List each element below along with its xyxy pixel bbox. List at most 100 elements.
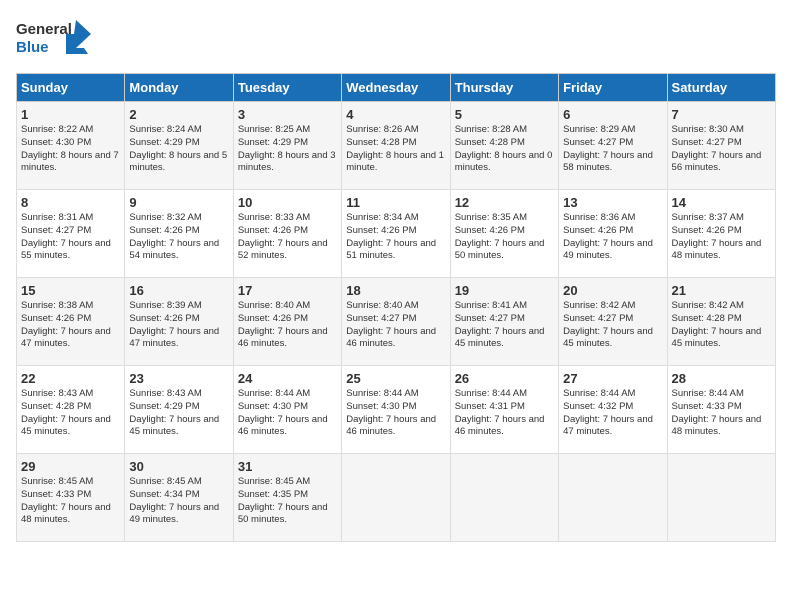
calendar-cell: 30 Sunrise: 8:45 AMSunset: 4:34 PMDayligh… bbox=[125, 454, 233, 542]
day-header-friday: Friday bbox=[559, 74, 667, 102]
day-info: Sunrise: 8:40 AMSunset: 4:27 PMDaylight:… bbox=[346, 300, 445, 351]
day-number: 5 bbox=[455, 107, 554, 122]
day-header-monday: Monday bbox=[125, 74, 233, 102]
calendar-cell: 27 Sunrise: 8:44 AMSunset: 4:32 PMDayligh… bbox=[559, 366, 667, 454]
day-number: 14 bbox=[672, 195, 771, 210]
day-header-sunday: Sunday bbox=[17, 74, 125, 102]
calendar-cell: 12Sunrise: 8:35 AMSunset: 4:26 PMDayligh… bbox=[450, 190, 558, 278]
day-number: 13 bbox=[563, 195, 662, 210]
calendar-week-row: 8 Sunrise: 8:31 AMSunset: 4:27 PMDaylight… bbox=[17, 190, 776, 278]
day-info: Sunrise: 8:45 AMSunset: 4:35 PMDaylight:… bbox=[238, 476, 337, 527]
calendar-cell: 20 Sunrise: 8:42 AMSunset: 4:27 PMDayligh… bbox=[559, 278, 667, 366]
day-number: 1 bbox=[21, 107, 120, 122]
day-info: Sunrise: 8:40 AMSunset: 4:26 PMDaylight:… bbox=[238, 300, 337, 351]
calendar-cell bbox=[342, 454, 450, 542]
svg-text:General: General bbox=[16, 21, 72, 38]
page-header: GeneralBlue bbox=[16, 16, 776, 61]
day-number: 4 bbox=[346, 107, 445, 122]
day-info: Sunrise: 8:26 AMSunset: 4:28 PMDaylight:… bbox=[346, 124, 445, 175]
calendar-cell: 17 Sunrise: 8:40 AMSunset: 4:26 PMDayligh… bbox=[233, 278, 341, 366]
day-number: 25 bbox=[346, 371, 445, 386]
calendar-cell bbox=[667, 454, 775, 542]
day-info: Sunrise: 8:24 AMSunset: 4:29 PMDaylight:… bbox=[129, 124, 228, 175]
calendar-cell: 5 Sunrise: 8:28 AMSunset: 4:28 PMDaylight… bbox=[450, 102, 558, 190]
day-number: 27 bbox=[563, 371, 662, 386]
calendar-cell: 22 Sunrise: 8:43 AMSunset: 4:28 PMDayligh… bbox=[17, 366, 125, 454]
calendar-cell: 15 Sunrise: 8:38 AMSunset: 4:26 PMDayligh… bbox=[17, 278, 125, 366]
day-info: Sunrise: 8:32 AMSunset: 4:26 PMDaylight:… bbox=[129, 212, 228, 263]
calendar-cell: 9Sunrise: 8:32 AMSunset: 4:26 PMDaylight… bbox=[125, 190, 233, 278]
day-number: 28 bbox=[672, 371, 771, 386]
calendar-cell: 26Sunrise: 8:44 AMSunset: 4:31 PMDayligh… bbox=[450, 366, 558, 454]
calendar-table: SundayMondayTuesdayWednesdayThursdayFrid… bbox=[16, 73, 776, 542]
logo: GeneralBlue bbox=[16, 16, 96, 61]
day-number: 17 bbox=[238, 283, 337, 298]
day-info: Sunrise: 8:38 AMSunset: 4:26 PMDaylight:… bbox=[21, 300, 120, 351]
calendar-cell: 24Sunrise: 8:44 AMSunset: 4:30 PMDayligh… bbox=[233, 366, 341, 454]
calendar-cell: 6Sunrise: 8:29 AMSunset: 4:27 PMDaylight… bbox=[559, 102, 667, 190]
day-info: Sunrise: 8:44 AMSunset: 4:31 PMDaylight:… bbox=[455, 388, 554, 439]
calendar-week-row: 1 Sunrise: 8:22 AMSunset: 4:30 PMDaylight… bbox=[17, 102, 776, 190]
day-info: Sunrise: 8:25 AMSunset: 4:29 PMDaylight:… bbox=[238, 124, 337, 175]
day-info: Sunrise: 8:43 AMSunset: 4:29 PMDaylight:… bbox=[129, 388, 228, 439]
day-info: Sunrise: 8:37 AMSunset: 4:26 PMDaylight:… bbox=[672, 212, 771, 263]
calendar-cell: 3Sunrise: 8:25 AMSunset: 4:29 PMDaylight… bbox=[233, 102, 341, 190]
day-number: 8 bbox=[21, 195, 120, 210]
day-number: 2 bbox=[129, 107, 228, 122]
calendar-week-row: 22 Sunrise: 8:43 AMSunset: 4:28 PMDayligh… bbox=[17, 366, 776, 454]
calendar-cell: 8 Sunrise: 8:31 AMSunset: 4:27 PMDaylight… bbox=[17, 190, 125, 278]
day-number: 22 bbox=[21, 371, 120, 386]
day-info: Sunrise: 8:36 AMSunset: 4:26 PMDaylight:… bbox=[563, 212, 662, 263]
day-info: Sunrise: 8:41 AMSunset: 4:27 PMDaylight:… bbox=[455, 300, 554, 351]
calendar-cell: 16 Sunrise: 8:39 AMSunset: 4:26 PMDayligh… bbox=[125, 278, 233, 366]
svg-text:Blue: Blue bbox=[16, 39, 49, 56]
day-number: 19 bbox=[455, 283, 554, 298]
day-number: 7 bbox=[672, 107, 771, 122]
calendar-cell bbox=[559, 454, 667, 542]
day-info: Sunrise: 8:30 AMSunset: 4:27 PMDaylight:… bbox=[672, 124, 771, 175]
day-number: 21 bbox=[672, 283, 771, 298]
calendar-cell: 29Sunrise: 8:45 AMSunset: 4:33 PMDayligh… bbox=[17, 454, 125, 542]
day-number: 11 bbox=[346, 195, 445, 210]
calendar-cell: 2 Sunrise: 8:24 AMSunset: 4:29 PMDaylight… bbox=[125, 102, 233, 190]
day-header-thursday: Thursday bbox=[450, 74, 558, 102]
calendar-cell: 19 Sunrise: 8:41 AMSunset: 4:27 PMDayligh… bbox=[450, 278, 558, 366]
day-info: Sunrise: 8:28 AMSunset: 4:28 PMDaylight:… bbox=[455, 124, 554, 175]
day-number: 20 bbox=[563, 283, 662, 298]
day-header-tuesday: Tuesday bbox=[233, 74, 341, 102]
day-info: Sunrise: 8:33 AMSunset: 4:26 PMDaylight:… bbox=[238, 212, 337, 263]
calendar-week-row: 15 Sunrise: 8:38 AMSunset: 4:26 PMDayligh… bbox=[17, 278, 776, 366]
day-number: 16 bbox=[129, 283, 228, 298]
day-number: 15 bbox=[21, 283, 120, 298]
day-info: Sunrise: 8:43 AMSunset: 4:28 PMDaylight:… bbox=[21, 388, 120, 439]
day-info: Sunrise: 8:39 AMSunset: 4:26 PMDaylight:… bbox=[129, 300, 228, 351]
day-info: Sunrise: 8:44 AMSunset: 4:30 PMDaylight:… bbox=[238, 388, 337, 439]
day-info: Sunrise: 8:44 AMSunset: 4:32 PMDaylight:… bbox=[563, 388, 662, 439]
calendar-cell: 13 Sunrise: 8:36 AMSunset: 4:26 PMDayligh… bbox=[559, 190, 667, 278]
calendar-cell: 23 Sunrise: 8:43 AMSunset: 4:29 PMDayligh… bbox=[125, 366, 233, 454]
day-info: Sunrise: 8:42 AMSunset: 4:28 PMDaylight:… bbox=[672, 300, 771, 351]
day-info: Sunrise: 8:45 AMSunset: 4:33 PMDaylight:… bbox=[21, 476, 120, 527]
day-number: 30 bbox=[129, 459, 228, 474]
day-header-saturday: Saturday bbox=[667, 74, 775, 102]
day-number: 23 bbox=[129, 371, 228, 386]
day-info: Sunrise: 8:31 AMSunset: 4:27 PMDaylight:… bbox=[21, 212, 120, 263]
logo-svg: GeneralBlue bbox=[16, 16, 96, 61]
calendar-cell: 18 Sunrise: 8:40 AMSunset: 4:27 PMDayligh… bbox=[342, 278, 450, 366]
calendar-cell: 14 Sunrise: 8:37 AMSunset: 4:26 PMDayligh… bbox=[667, 190, 775, 278]
day-info: Sunrise: 8:44 AMSunset: 4:30 PMDaylight:… bbox=[346, 388, 445, 439]
day-number: 18 bbox=[346, 283, 445, 298]
day-info: Sunrise: 8:34 AMSunset: 4:26 PMDaylight:… bbox=[346, 212, 445, 263]
calendar-cell: 31Sunrise: 8:45 AMSunset: 4:35 PMDayligh… bbox=[233, 454, 341, 542]
calendar-cell: 11 Sunrise: 8:34 AMSunset: 4:26 PMDayligh… bbox=[342, 190, 450, 278]
day-info: Sunrise: 8:22 AMSunset: 4:30 PMDaylight:… bbox=[21, 124, 120, 175]
calendar-cell: 1 Sunrise: 8:22 AMSunset: 4:30 PMDaylight… bbox=[17, 102, 125, 190]
day-info: Sunrise: 8:29 AMSunset: 4:27 PMDaylight:… bbox=[563, 124, 662, 175]
day-info: Sunrise: 8:45 AMSunset: 4:34 PMDaylight:… bbox=[129, 476, 228, 527]
calendar-week-row: 29Sunrise: 8:45 AMSunset: 4:33 PMDayligh… bbox=[17, 454, 776, 542]
calendar-cell: 21 Sunrise: 8:42 AMSunset: 4:28 PMDayligh… bbox=[667, 278, 775, 366]
day-number: 10 bbox=[238, 195, 337, 210]
calendar-cell: 28Sunrise: 8:44 AMSunset: 4:33 PMDayligh… bbox=[667, 366, 775, 454]
day-info: Sunrise: 8:35 AMSunset: 4:26 PMDaylight:… bbox=[455, 212, 554, 263]
day-info: Sunrise: 8:42 AMSunset: 4:27 PMDaylight:… bbox=[563, 300, 662, 351]
